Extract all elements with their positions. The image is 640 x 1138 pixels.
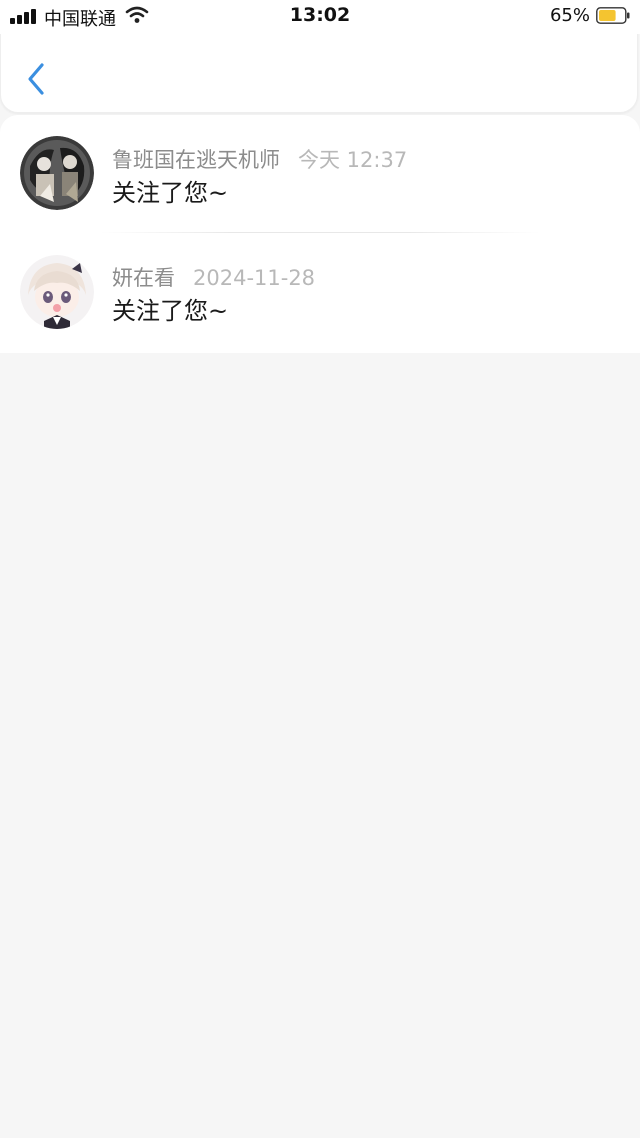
list-item[interactable]: 鲁班国在逃天机师 今天 12:37 关注了您~ xyxy=(0,115,640,233)
avatar-image-2 xyxy=(20,255,94,329)
notification-list: 鲁班国在逃天机师 今天 12:37 关注了您~ 妍在看 2024-11-28 关… xyxy=(0,115,640,353)
avatar-image-1 xyxy=(20,136,94,210)
battery-icon xyxy=(596,7,630,24)
notifications-screen: 中国联通 13:02 65% 鲁班国在逃天机师 今天 12:37 关注了您~ 妍… xyxy=(0,0,640,1138)
back-button[interactable] xyxy=(19,58,53,100)
empty-area xyxy=(0,353,640,1138)
notification-message: 关注了您~ xyxy=(112,179,229,207)
avatar[interactable] xyxy=(20,255,94,329)
list-item[interactable]: 妍在看 2024-11-28 关注了您~ xyxy=(0,233,640,351)
chevron-left-icon xyxy=(28,63,44,95)
notification-time: 今天 12:37 xyxy=(298,148,408,172)
status-bar: 中国联通 13:02 65% xyxy=(0,0,640,34)
battery-percentage: 65% xyxy=(549,5,590,26)
sender-name[interactable]: 妍在看 xyxy=(112,266,175,290)
notification-message: 关注了您~ xyxy=(112,297,229,325)
avatar[interactable] xyxy=(20,136,94,210)
sender-name[interactable]: 鲁班国在逃天机师 xyxy=(112,148,280,172)
sender-name-line: 鲁班国在逃天机师 今天 12:37 xyxy=(112,144,407,174)
status-time: 13:02 xyxy=(289,4,351,26)
sender-name-line: 妍在看 2024-11-28 xyxy=(112,262,315,292)
notification-time: 2024-11-28 xyxy=(193,266,316,290)
